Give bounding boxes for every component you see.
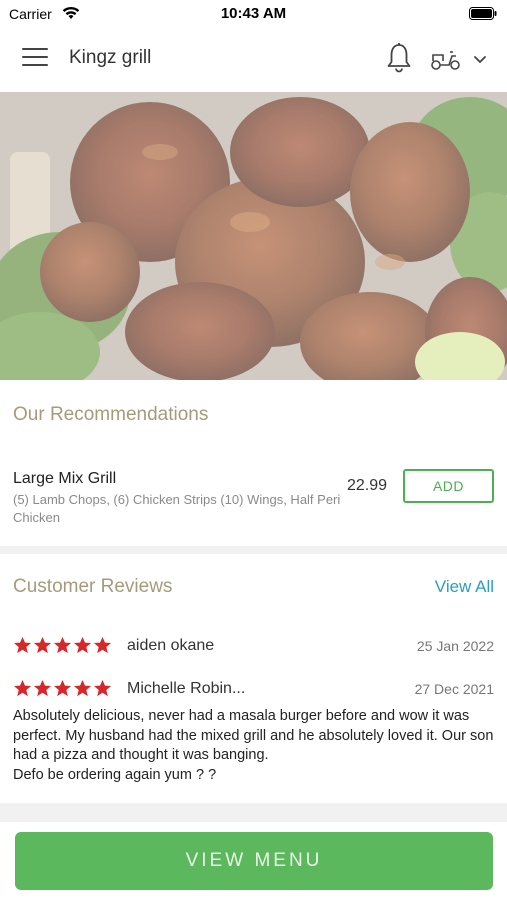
view-all-link[interactable]: View All: [435, 577, 494, 597]
star-icon: [13, 636, 32, 654]
star-icon: [53, 636, 72, 654]
review-date: 27 Dec 2021: [414, 681, 494, 697]
menu-icon[interactable]: [22, 48, 48, 70]
star-rating: [13, 679, 112, 698]
star-icon: [53, 679, 72, 697]
star-icon: [93, 679, 112, 697]
review-item: Michelle Robin... 27 Dec 2021: [13, 679, 494, 703]
review-date: 25 Jan 2022: [416, 638, 494, 654]
star-icon: [33, 636, 52, 654]
scooter-icon[interactable]: [430, 47, 462, 71]
section-divider: [0, 546, 507, 554]
star-rating: [13, 636, 112, 655]
add-button[interactable]: ADD: [403, 469, 494, 503]
status-bar: Carrier 10:43 AM: [0, 0, 507, 28]
reviews-title: Customer Reviews: [13, 576, 173, 597]
star-icon: [13, 679, 32, 697]
hero-image: [0, 92, 507, 380]
battery-icon: [469, 7, 497, 20]
item-price: 22.99: [347, 477, 388, 494]
item-name: Large Mix Grill: [13, 470, 117, 487]
reviewer-name: Michelle Robin...: [127, 680, 246, 697]
star-icon: [33, 679, 52, 697]
nav-bar: Kingz grill: [0, 28, 507, 92]
section-divider: [0, 803, 507, 822]
recommendations-title: Our Recommendations: [13, 404, 209, 425]
star-icon: [73, 679, 92, 697]
chevron-down-icon[interactable]: [472, 52, 488, 66]
view-menu-button[interactable]: VIEW MENU: [15, 832, 493, 890]
item-description: (5) Lamb Chops, (6) Chicken Strips (10) …: [13, 492, 341, 525]
bell-icon[interactable]: [385, 42, 413, 74]
star-icon: [93, 636, 112, 654]
reviewer-name: aiden okane: [127, 637, 215, 654]
status-time: 10:43 AM: [220, 5, 287, 22]
star-icon: [73, 636, 92, 654]
restaurant-title: Kingz grill: [69, 47, 152, 68]
review-item: aiden okane 25 Jan 2022: [13, 636, 494, 660]
review-text: Absolutely delicious, never had a masala…: [13, 708, 494, 783]
